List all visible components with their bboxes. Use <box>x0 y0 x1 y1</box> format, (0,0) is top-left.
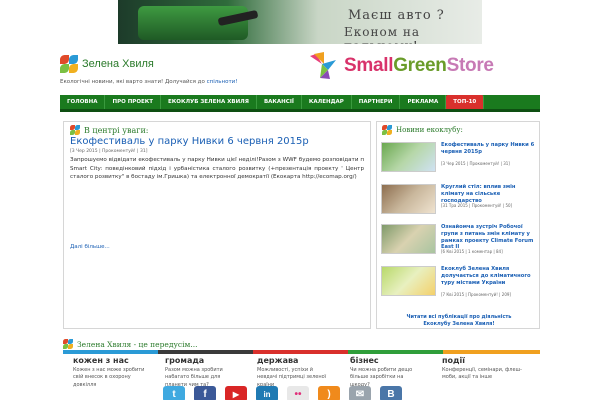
hummingbird-icon <box>310 52 336 79</box>
color-bar <box>158 350 253 354</box>
news-thumbnail[interactable] <box>381 184 436 214</box>
nav-vacancies[interactable]: ВАКАНСІЇ <box>257 95 302 109</box>
featured-section: В центрі уваги: Екофестиваль у парку Нив… <box>63 121 371 329</box>
column-text: Кожен з нас може зробити свій внесок в о… <box>73 367 145 388</box>
site-name: Зелена Хвиля <box>82 58 154 70</box>
news-thumbnail[interactable] <box>381 266 436 296</box>
column-title: держава <box>257 356 299 365</box>
color-bar <box>348 350 443 354</box>
featured-meta: [3 Чер 2015 | Прокоментуй! | 31] <box>70 149 148 154</box>
nav-ads[interactable]: РЕКЛАМА <box>400 95 447 109</box>
column-business[interactable]: бізнес Чи можна робити дещо більше зароб… <box>350 356 422 389</box>
color-bar <box>253 350 348 354</box>
ecoclub-news-title: Новини екоклубу: <box>396 126 463 134</box>
lower-section-header: Зелена Хвиля - це передусім... <box>63 339 197 349</box>
news-item[interactable]: Круглий стіл: вплив змін клімату на сіль… <box>381 184 537 214</box>
news-title[interactable]: Ознайомча зустріч Робочої групи з питань… <box>441 224 537 251</box>
news-item[interactable]: Екоклуб Зелена Хвиля долучається до клім… <box>381 266 537 297</box>
youtube-icon[interactable]: ▶ <box>225 386 247 400</box>
top-ad-banner[interactable]: Маєш авто ? Економ на пальному! <box>118 0 482 44</box>
tagline-text: Екологічні новини, які варто знати! Долу… <box>60 79 207 85</box>
featured-section-title: В центрі уваги: <box>84 125 149 135</box>
store-logo[interactable]: SmallGreenStore <box>308 52 494 80</box>
fuel-pump-image <box>138 6 248 40</box>
ecoclub-news: Новини екоклубу: Екофестиваль у парку Ни… <box>376 121 540 329</box>
lower-section-title: Зелена Хвиля - це передусім... <box>77 339 198 349</box>
nav-ecoclub[interactable]: ЕКОКЛУБ ЗЕЛЕНА ХВИЛЯ <box>161 95 257 109</box>
all-publications-link[interactable]: Читати всі публікації про діяльність Еко… <box>377 314 541 328</box>
pinwheel-icon <box>382 125 392 135</box>
rss-icon[interactable]: ) <box>318 386 340 400</box>
column-text: Конференції, семінари, флеш-моби, акції … <box>442 367 522 381</box>
column-events[interactable]: події Конференції, семінари, флеш-моби, … <box>442 356 534 382</box>
footer-line2: Екоклубу Зелена Хвиля! <box>423 320 495 327</box>
news-meta: [7 Кві 2015 | Прокоментуй! | 209] <box>441 292 511 297</box>
column-title: події <box>442 356 465 365</box>
store-name-small: Small <box>344 55 394 76</box>
read-more-link[interactable]: Далі більше... <box>70 244 110 250</box>
news-thumbnail[interactable] <box>381 142 436 172</box>
store-name-store: Store <box>446 55 494 76</box>
facebook-icon[interactable]: f <box>194 386 216 400</box>
news-item[interactable]: Екофестиваль у парку Нивки 6 червня 2015… <box>381 142 537 172</box>
column-community[interactable]: громада Разом можна зробити набагато біл… <box>165 356 237 389</box>
column-state[interactable]: держава Можливості, успіхи й невдачі під… <box>257 356 329 389</box>
news-meta: [3 Чер 2015 | Прокоментуй! | 31] <box>441 161 510 166</box>
vk-icon[interactable]: В <box>380 386 402 400</box>
news-title[interactable]: Екоклуб Зелена Хвиля долучається до клім… <box>441 266 537 286</box>
news-meta: [6 Кві 2015 | 1 коментар | 84] <box>441 249 503 254</box>
news-meta: [31 Тра 2015 | Прокоментуй! | 50] <box>441 203 513 208</box>
flickr-icon[interactable]: •• <box>287 386 309 400</box>
banner-line2: Економ на пальному! <box>344 25 421 44</box>
site-logo[interactable]: Зелена Хвиля <box>60 55 154 73</box>
footer-line1: Читати всі публікації про діяльність <box>406 314 512 320</box>
community-link[interactable]: спільноти! <box>207 79 238 85</box>
column-individual[interactable]: кожен з нас Кожен з нас може зробити сві… <box>73 356 145 389</box>
nav-home[interactable]: ГОЛОВНА <box>60 95 106 109</box>
twitter-icon[interactable]: t <box>163 386 185 400</box>
linkedin-icon[interactable]: in <box>256 386 278 400</box>
pinwheel-icon <box>70 125 80 135</box>
nav-calendar[interactable]: КАЛЕНДАР <box>302 95 352 109</box>
color-bar <box>443 350 540 354</box>
nav-about[interactable]: ПРО ПРОЕКТ <box>105 95 162 109</box>
news-title[interactable]: Екофестиваль у парку Нивки 6 червня 2015… <box>441 142 537 156</box>
news-thumbnail[interactable] <box>381 224 436 254</box>
nav-top10[interactable]: ТОП-10 <box>446 95 485 109</box>
column-title: кожен з нас <box>73 356 129 365</box>
news-item[interactable]: Ознайомча зустріч Робочої групи з питань… <box>381 224 537 254</box>
nav-partners[interactable]: ПАРТНЕРИ <box>352 95 401 109</box>
main-nav: ГОЛОВНА ПРО ПРОЕКТ ЕКОКЛУБ ЗЕЛЕНА ХВИЛЯ … <box>60 95 540 112</box>
color-bar <box>63 350 158 354</box>
mail-icon[interactable]: ✉ <box>349 386 371 400</box>
pinwheel-icon <box>60 55 78 73</box>
store-name-green: Green <box>393 55 447 76</box>
site-tagline: Екологічні новини, які варто знати! Долу… <box>60 79 237 85</box>
banner-line1: Маєш авто ? <box>348 8 445 23</box>
pinwheel-icon <box>63 339 73 349</box>
featured-text: Запрошуємо відвідати екофестиваль у парк… <box>70 157 364 181</box>
news-title[interactable]: Круглий стіл: вплив змін клімату на сіль… <box>441 184 537 204</box>
column-title: бізнес <box>350 356 379 365</box>
featured-title[interactable]: Екофестиваль у парку Нивки 6 червня 2015… <box>64 136 370 147</box>
column-title: громада <box>165 356 205 365</box>
social-icons: t f ▶ in •• ) ✉ В <box>163 386 402 400</box>
